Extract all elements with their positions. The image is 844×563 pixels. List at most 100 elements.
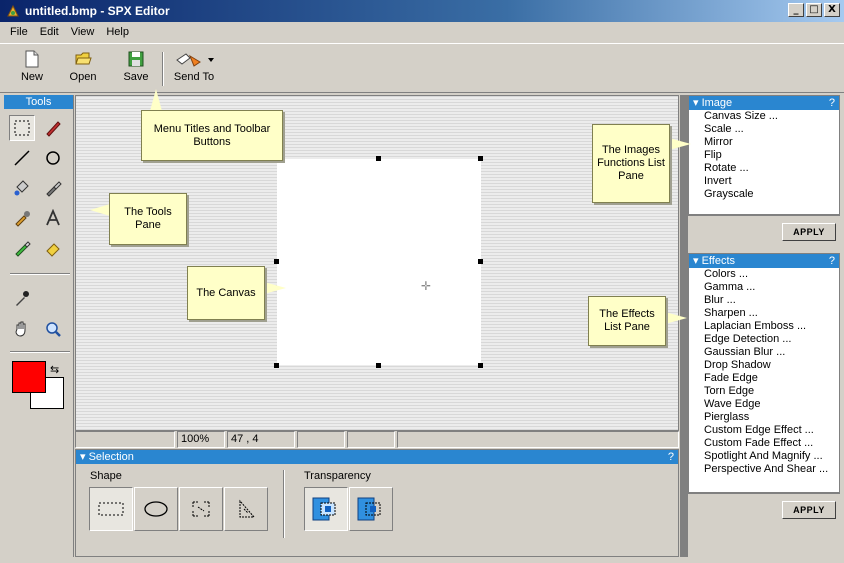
list-item[interactable]: Spotlight And Magnify ...	[689, 450, 839, 463]
pencil-tool[interactable]	[40, 115, 66, 141]
close-button[interactable]: X	[824, 3, 840, 17]
list-item[interactable]: Edge Detection ...	[689, 333, 839, 346]
status-cell	[397, 431, 679, 448]
resize-handle[interactable]	[274, 259, 279, 264]
effects-apply-button[interactable]: APPLY	[782, 501, 836, 519]
effects-list: ▾ Effects ? Colors ... Gamma ... Blur ..…	[688, 253, 840, 493]
resize-handle[interactable]	[376, 363, 381, 368]
list-item[interactable]: Perspective And Shear ...	[689, 463, 839, 476]
rect-select-icon	[14, 120, 30, 136]
new-file-icon	[25, 50, 39, 68]
clone-tool[interactable]	[9, 205, 35, 231]
resize-handle[interactable]	[478, 259, 483, 264]
selection-separator	[283, 470, 285, 538]
toolbar: New Open Save Send To	[0, 43, 844, 93]
effects-pane-header[interactable]: ▾ Effects ?	[689, 254, 839, 268]
list-item[interactable]: Pierglass	[689, 411, 839, 424]
menu-edit[interactable]: Edit	[34, 26, 65, 38]
save-button[interactable]: Save	[114, 50, 158, 90]
transparency-opaque-button[interactable]	[304, 487, 348, 531]
selection-pane: ▾ Selection ? Shape Transparency	[75, 449, 679, 557]
tools-pane-header: Tools	[4, 95, 73, 109]
paint-bucket-icon	[14, 180, 29, 196]
maximize-button[interactable]: □	[806, 3, 822, 17]
rectangle-shape-icon	[98, 502, 124, 516]
list-item[interactable]: Drop Shadow	[689, 359, 839, 372]
list-item[interactable]: Scale ...	[689, 123, 839, 136]
swap-colors-icon[interactable]: ⇆	[50, 363, 59, 376]
line-tool[interactable]	[9, 145, 35, 171]
list-item[interactable]: Gaussian Blur ...	[689, 346, 839, 359]
send-to-label: Send To	[173, 71, 215, 83]
highlighter-tool[interactable]	[9, 235, 35, 261]
list-item[interactable]: Torn Edge	[689, 385, 839, 398]
image-apply-button[interactable]: APPLY	[782, 223, 836, 241]
rect-select-tool[interactable]	[9, 115, 35, 141]
resize-handle[interactable]	[478, 363, 483, 368]
list-item[interactable]: Blur ...	[689, 294, 839, 307]
resize-handle[interactable]	[478, 156, 483, 161]
menu-help[interactable]: Help	[100, 26, 135, 38]
list-item[interactable]: Fade Edge	[689, 372, 839, 385]
shape-ellipse-button[interactable]	[134, 487, 178, 531]
hand-icon	[15, 321, 26, 337]
title-bar: untitled.bmp - SPX Editor _ □ X	[0, 0, 844, 22]
text-tool[interactable]	[40, 205, 66, 231]
panel-splitter[interactable]	[680, 95, 688, 557]
foreground-color-swatch[interactable]	[12, 361, 46, 393]
effects-help-icon[interactable]: ?	[829, 254, 835, 268]
menu-view[interactable]: View	[65, 26, 101, 38]
pencil-icon	[46, 121, 61, 137]
fill-tool[interactable]	[9, 175, 35, 201]
open-button[interactable]: Open	[61, 50, 105, 90]
folder-icon	[75, 52, 92, 65]
image-functions-list: ▾ Image ? Canvas Size ... Scale ... Mirr…	[688, 95, 840, 215]
callout-pointer	[150, 89, 162, 111]
list-item[interactable]: Colors ...	[689, 268, 839, 281]
image-pane-header[interactable]: ▾ Image ?	[689, 96, 839, 110]
list-item[interactable]: Rotate ...	[689, 162, 839, 175]
callout-images-pane: The Images Functions List Pane	[592, 124, 670, 203]
zoom-tool[interactable]	[40, 316, 66, 342]
list-item[interactable]: Invert	[689, 175, 839, 188]
callout-menu-toolbar: Menu Titles and Toolbar Buttons	[141, 110, 283, 161]
list-item[interactable]: Custom Edge Effect ...	[689, 424, 839, 437]
new-button[interactable]: New	[10, 50, 54, 90]
image-help-icon[interactable]: ?	[829, 96, 835, 110]
freehand-shape-icon	[192, 501, 210, 517]
callout-pointer	[665, 312, 687, 324]
send-to-button[interactable]: Send To	[170, 50, 218, 90]
selection-help-icon[interactable]: ?	[668, 450, 674, 464]
eraser-tool[interactable]	[40, 235, 66, 261]
resize-handle[interactable]	[376, 156, 381, 161]
canvas[interactable]	[277, 159, 481, 365]
app-icon	[7, 4, 19, 17]
shape-rectangle-button[interactable]	[89, 487, 133, 531]
shape-freehand-button[interactable]	[179, 487, 223, 531]
status-cell	[297, 431, 345, 448]
ellipse-tool[interactable]	[40, 145, 66, 171]
transparency-transparent-button[interactable]	[349, 487, 393, 531]
hand-tool[interactable]	[9, 316, 35, 342]
list-item[interactable]: Sharpen ...	[689, 307, 839, 320]
eyedropper-tool[interactable]	[9, 285, 35, 311]
list-item[interactable]: Mirror	[689, 136, 839, 149]
callout-pointer	[90, 204, 110, 216]
callout-pointer	[669, 138, 691, 150]
list-item[interactable]: Gamma ...	[689, 281, 839, 294]
magnifier-icon	[46, 322, 61, 337]
minimize-button[interactable]: _	[788, 3, 804, 17]
brush-tool[interactable]	[40, 175, 66, 201]
resize-handle[interactable]	[274, 363, 279, 368]
selection-pane-header[interactable]: ▾ Selection ?	[76, 450, 678, 464]
status-bar: 100% 47 , 4	[75, 431, 679, 448]
window-title: untitled.bmp - SPX Editor	[25, 4, 170, 18]
list-item[interactable]: Custom Fade Effect ...	[689, 437, 839, 450]
menu-file[interactable]: File	[4, 26, 34, 38]
list-item[interactable]: Flip	[689, 149, 839, 162]
shape-polygon-button[interactable]	[224, 487, 268, 531]
list-item[interactable]: Laplacian Emboss ...	[689, 320, 839, 333]
list-item[interactable]: Canvas Size ...	[689, 110, 839, 123]
list-item[interactable]: Grayscale	[689, 188, 839, 201]
list-item[interactable]: Wave Edge	[689, 398, 839, 411]
